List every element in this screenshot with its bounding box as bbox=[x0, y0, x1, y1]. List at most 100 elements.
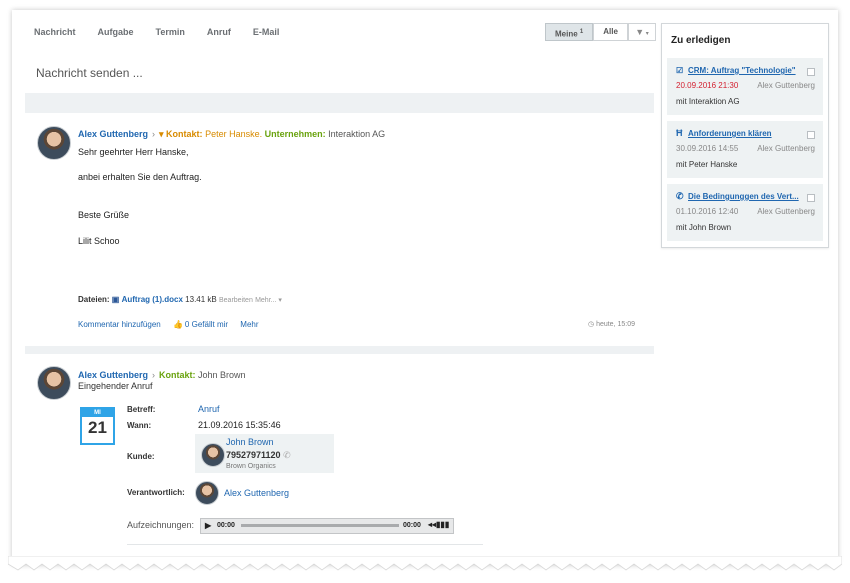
file-link[interactable]: Auftrag (1).docx bbox=[122, 295, 183, 304]
post-header: Alex Guttenberg › ▾ Kontakt: Peter Hanske.… bbox=[78, 129, 385, 140]
post-text-line: anbei erhalten Sie den Auftrag. bbox=[78, 172, 202, 182]
chevron-right-icon: › bbox=[152, 129, 156, 139]
client-phone: 79527971120 ✆ bbox=[226, 450, 291, 461]
author-link[interactable]: Alex Guttenberg bbox=[78, 370, 148, 380]
todo-item[interactable]: Ħ Anforderungen klären 30.09.2016 14:55 … bbox=[667, 121, 823, 178]
filter-icon: ▾ bbox=[159, 129, 167, 139]
filter-mine-label: Meine bbox=[555, 29, 578, 39]
more-link[interactable]: Mehr bbox=[240, 320, 258, 329]
contact-label: Kontakt: bbox=[159, 370, 196, 380]
post-text-line: Lilit Schoo bbox=[78, 236, 120, 246]
client-label: Kunde: bbox=[127, 452, 155, 461]
filter-mine-count: 1 bbox=[579, 29, 584, 35]
filter-mine-button[interactable]: Meine 1 bbox=[545, 23, 594, 41]
post-type-tabs: Nachricht Aufgabe Termin Anruf E-Mail bbox=[34, 27, 301, 37]
todo-item-title[interactable]: Anforderungen klären bbox=[688, 129, 772, 138]
todo-panel: Zu erledigen ☑ CRM: Auftrag "Technologie… bbox=[661, 23, 829, 248]
phone-icon[interactable]: ✆ bbox=[281, 450, 291, 460]
filter-all-button[interactable]: Alle bbox=[593, 23, 628, 41]
calendar-icon: MI 21 bbox=[80, 407, 115, 445]
client-company: Brown Organics bbox=[226, 463, 276, 470]
company-link[interactable]: Interaktion AG bbox=[328, 129, 385, 139]
post-time: ◷ heute, 15:09 bbox=[588, 320, 635, 328]
funnel-icon: ▼ bbox=[635, 27, 645, 37]
stream-divider bbox=[25, 93, 654, 113]
filter-toggle: Meine 1 Alle bbox=[545, 23, 628, 41]
message-composer-input[interactable]: Nachricht senden ... bbox=[36, 66, 143, 80]
chevron-right-icon: › bbox=[152, 370, 156, 380]
file-more-link[interactable]: Mehr... bbox=[255, 297, 276, 304]
chevron-down-icon: ▾ bbox=[644, 31, 649, 37]
todo-item-responsible: Alex Guttenberg bbox=[757, 144, 815, 153]
like-link[interactable]: 0 Gefällt mir bbox=[185, 320, 228, 329]
todo-complete-checkbox[interactable] bbox=[807, 194, 815, 202]
subject-label: Betreff: bbox=[127, 405, 156, 414]
calendar-day: 21 bbox=[88, 418, 107, 437]
audio-progress-bar[interactable] bbox=[241, 524, 399, 527]
files-label: Dateien: bbox=[78, 295, 110, 304]
todo-item-date: 20.09.2016 21:30 bbox=[676, 81, 739, 90]
audio-player: ▶ 00:00 00:00 ◂◂▮▮▮ bbox=[200, 518, 454, 534]
responsible-link[interactable]: Alex Guttenberg bbox=[224, 488, 289, 498]
tab-aufgabe[interactable]: Aufgabe bbox=[98, 27, 134, 37]
contact-label: Kontakt: bbox=[166, 129, 203, 139]
todo-item-title[interactable]: Die Bedingunggen des Vert... bbox=[688, 192, 799, 201]
post-actions: Kommentar hinzufügen 👍 0 Gefällt mir Mehr bbox=[78, 320, 269, 329]
todo-item-with: mit Peter Hanske bbox=[676, 160, 738, 169]
torn-edge bbox=[8, 556, 842, 571]
responsible-label: Verantwortlich: bbox=[127, 488, 185, 497]
attached-files: Dateien: ▣ Auftrag (1).docx 13.41 kB Bea… bbox=[78, 295, 282, 304]
phone-icon: ✆ bbox=[676, 191, 684, 201]
client-name-link[interactable]: John Brown bbox=[226, 437, 274, 447]
avatar[interactable] bbox=[37, 366, 71, 400]
post-text-line: Sehr geehrter Herr Hanske, bbox=[78, 147, 189, 157]
tab-email[interactable]: E-Mail bbox=[253, 27, 280, 37]
thumbs-up-icon: 👍 bbox=[172, 320, 183, 329]
file-edit-link[interactable]: Bearbeiten bbox=[219, 297, 253, 304]
tab-nachricht[interactable]: Nachricht bbox=[34, 27, 76, 37]
tab-termin[interactable]: Termin bbox=[156, 27, 185, 37]
todo-item-date: 30.09.2016 14:55 bbox=[676, 144, 739, 153]
clock-icon: ◷ bbox=[588, 321, 597, 328]
calendar-weekday: MI bbox=[82, 409, 113, 417]
filter-funnel-button[interactable]: ▼ ▾ bbox=[628, 23, 656, 41]
todo-item-date: 01.10.2016 12:40 bbox=[676, 207, 739, 216]
stream-divider bbox=[25, 346, 654, 354]
audio-current-time: 00:00 bbox=[217, 522, 235, 529]
post-time-text: heute, 15:09 bbox=[596, 321, 635, 328]
todo-item-responsible: Alex Guttenberg bbox=[757, 207, 815, 216]
when-label: Wann: bbox=[127, 421, 152, 430]
tab-anruf[interactable]: Anruf bbox=[207, 27, 231, 37]
avatar[interactable] bbox=[201, 443, 225, 467]
contact-link[interactable]: John Brown bbox=[198, 370, 246, 380]
author-link[interactable]: Alex Guttenberg bbox=[78, 129, 148, 139]
play-icon[interactable]: ▶ bbox=[205, 521, 211, 530]
todo-item-with: mit Interaktion AG bbox=[676, 97, 740, 106]
contact-link[interactable]: Peter Hanske. bbox=[205, 129, 262, 139]
todo-title: Zu erledigen bbox=[671, 35, 731, 46]
subject-link[interactable]: Anruf bbox=[198, 404, 220, 414]
avatar[interactable] bbox=[195, 481, 219, 505]
client-card: John Brown 79527971120 ✆ Brown Organics bbox=[195, 434, 334, 473]
chevron-down-icon: ▾ bbox=[276, 297, 282, 304]
todo-item[interactable]: ☑ CRM: Auftrag "Technologie" 20.09.2016 … bbox=[667, 58, 823, 115]
audio-duration: 00:00 bbox=[403, 522, 421, 529]
separator bbox=[127, 544, 483, 545]
avatar[interactable] bbox=[37, 126, 71, 160]
add-comment-link[interactable]: Kommentar hinzufügen bbox=[78, 320, 161, 329]
todo-complete-checkbox[interactable] bbox=[807, 68, 815, 76]
doc-icon: ▣ bbox=[111, 295, 120, 304]
company-label: Unternehmen: bbox=[264, 129, 326, 139]
todo-complete-checkbox[interactable] bbox=[807, 131, 815, 139]
todo-item-with: mit John Brown bbox=[676, 223, 732, 232]
client-phone-number: 79527971120 bbox=[226, 450, 281, 460]
checkbox-icon: ☑ bbox=[676, 66, 684, 75]
post-header: Alex Guttenberg › Kontakt: John Brown bbox=[78, 370, 246, 380]
todo-item-responsible: Alex Guttenberg bbox=[757, 81, 815, 90]
when-value: 21.09.2016 15:35:46 bbox=[198, 420, 281, 430]
todo-item-title[interactable]: CRM: Auftrag "Technologie" bbox=[688, 66, 796, 75]
meeting-icon: Ħ bbox=[676, 128, 683, 138]
post-text-line: Beste Grüße bbox=[78, 210, 130, 220]
volume-icon[interactable]: ◂◂▮▮▮ bbox=[428, 520, 449, 529]
todo-item[interactable]: ✆ Die Bedingunggen des Vert... 01.10.201… bbox=[667, 184, 823, 241]
